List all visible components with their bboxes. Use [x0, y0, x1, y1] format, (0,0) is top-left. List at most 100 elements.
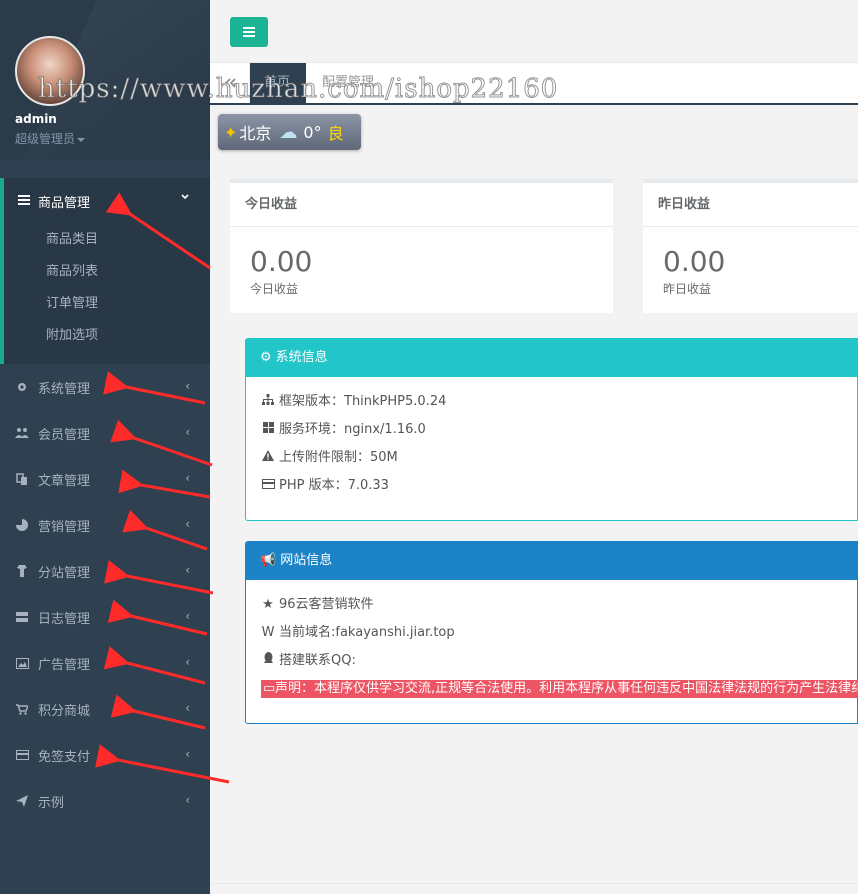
cogs-icon: ⚙	[260, 350, 272, 365]
qq-icon	[261, 647, 275, 675]
sidebar-item-members[interactable]: 会员管理 ‹	[0, 410, 210, 456]
today-income-panel: 今日收益 0.00 今日收益	[230, 179, 613, 313]
bars-icon	[18, 194, 30, 209]
current-domain: 当前域名:fakayanshi.jiar.top	[279, 625, 455, 640]
paper-plane-icon	[15, 794, 29, 808]
chevron-left-icon: ‹	[185, 517, 190, 531]
sidebar-item-label: 商品管理	[38, 195, 91, 211]
info-row: 服务环境：nginx/1.16.0	[246, 416, 857, 444]
box-title: 系统信息	[275, 350, 328, 365]
info-row: W 当前域名:fakayanshi.jiar.top	[246, 619, 857, 647]
sidebar-item-substations[interactable]: 分站管理 ‹	[0, 548, 210, 594]
sidebar-subitem-addons[interactable]: 附加选项	[4, 320, 210, 352]
disclaimer-text: 声明：本程序仅供学习交流,正规等合法使用。利用本程序从事任何违反中国法律法规的行…	[275, 681, 858, 696]
chevron-left-icon: ‹	[185, 471, 190, 485]
sidebar-item-free-pay[interactable]: 免签支付 ‹	[0, 732, 210, 778]
bar-line	[243, 35, 255, 37]
sidebar-item-label: 会员管理	[38, 427, 91, 443]
chevron-left-icon: ‹	[185, 379, 190, 393]
panel-title: 今日收益	[230, 183, 613, 227]
sidebar-item-marketing[interactable]: 营销管理 ‹	[0, 502, 210, 548]
chevron-left-icon: ‹	[185, 701, 190, 715]
info-row: PHP 版本：7.0.33	[246, 472, 857, 500]
info-row: ▭声明：本程序仅供学习交流,正规等合法使用。利用本程序从事任何违反中国法律法规的…	[246, 675, 858, 703]
framework-version: 框架版本：ThinkPHP5.0.24	[279, 394, 447, 409]
tabs-scroll-left-button[interactable]	[210, 63, 250, 103]
shirt-icon	[15, 564, 29, 578]
yesterday-income-value: 0.00	[663, 245, 726, 278]
chevron-left-icon: ‹	[185, 793, 190, 807]
sidebar-item-label: 广告管理	[38, 657, 91, 673]
sidebar-nav: 商品管理 商品类目 商品列表 订单管理 附加选项 系统管理 ‹ 会员管理 ‹ 文…	[0, 178, 210, 824]
tab-home[interactable]: 首页	[250, 63, 306, 103]
sidebar-subitem-orders[interactable]: 订单管理	[4, 288, 210, 320]
chevron-left-icon: ‹	[185, 655, 190, 669]
today-income-value: 0.00	[250, 245, 313, 278]
sidebar-item-label: 积分商城	[38, 703, 91, 719]
sidebar-subitem-category[interactable]: 商品类目	[4, 224, 210, 256]
info-row: 框架版本：ThinkPHP5.0.24	[246, 388, 857, 416]
system-info-box: ⚙ 系统信息 框架版本：ThinkPHP5.0.24 服务环境：nginx/1.1…	[245, 338, 858, 521]
cart-icon	[15, 702, 29, 716]
user-role-label: 超级管理员	[15, 132, 76, 146]
system-info-header: ⚙ 系统信息	[246, 339, 857, 377]
sidebar-item-label: 免签支付	[38, 749, 91, 765]
sidebar: admin 超级管理员 商品管理 商品类目 商品列表 订单管理 附加选项 系统管…	[0, 0, 210, 894]
sidebar-item-label: 文章管理	[38, 473, 91, 489]
panel-title: 昨日收益	[643, 183, 858, 227]
sidebar-item-system[interactable]: 系统管理 ‹	[0, 364, 210, 410]
sidebar-group-goods: 商品管理 商品类目 商品列表 订单管理 附加选项	[0, 178, 210, 364]
cloud-icon: ☁	[279, 121, 298, 143]
sidebar-item-ads[interactable]: 广告管理 ‹	[0, 640, 210, 686]
upload-limit: 上传附件限制：50M	[279, 450, 398, 465]
sidebar-item-examples[interactable]: 示例 ‹	[0, 778, 210, 824]
users-icon	[15, 426, 29, 440]
avatar[interactable]	[15, 36, 85, 106]
sitemap-icon	[261, 388, 275, 416]
sidebar-item-label: 系统管理	[38, 381, 91, 397]
user-role-dropdown[interactable]: 超级管理员	[15, 130, 86, 147]
top-navbar	[210, 0, 858, 63]
bar-line	[243, 27, 255, 29]
box-title: 网站信息	[280, 553, 333, 568]
windows-icon	[261, 416, 275, 444]
weather-widget[interactable]: ✦ 北京 ☁ 0° 良	[218, 114, 361, 150]
server-icon	[15, 610, 29, 624]
wikipedia-icon: W	[261, 625, 275, 640]
sidebar-subitem-goods-list[interactable]: 商品列表	[4, 256, 210, 288]
chevron-left-icon: ‹	[185, 747, 190, 761]
weather-temp: 0°	[303, 122, 322, 142]
credit-card-icon	[15, 748, 29, 762]
chevron-left-icon: ‹	[185, 563, 190, 577]
warning-icon	[261, 444, 275, 472]
sun-icon: ✦	[224, 122, 238, 142]
sidebar-item-goods[interactable]: 商品管理	[4, 178, 210, 224]
today-income-label: 今日收益	[250, 282, 299, 296]
chevron-left-icon: ‹	[185, 609, 190, 623]
copy-icon	[15, 472, 29, 486]
sidebar-item-label: 示例	[38, 795, 65, 811]
sidebar-item-label: 营销管理	[38, 519, 91, 535]
image-icon	[15, 656, 29, 670]
info-row: 上传附件限制：50M	[246, 444, 857, 472]
yesterday-income-panel: 昨日收益 0.00 昨日收益	[643, 179, 858, 313]
tab-config[interactable]: 配置管理	[308, 63, 388, 103]
footer-divider	[210, 883, 858, 884]
bar-line	[243, 31, 255, 33]
site-info-box: 📢 网站信息 ★ 96云客营销软件 W 当前域名:fakayanshi.jiar.to…	[245, 541, 858, 724]
sidebar-toggle-button[interactable]	[230, 17, 268, 47]
credit-card-icon	[261, 472, 275, 500]
sidebar-item-logs[interactable]: 日志管理 ‹	[0, 594, 210, 640]
info-row: 搭建联系QQ:	[246, 647, 857, 675]
php-version: PHP 版本：7.0.33	[279, 478, 389, 493]
sidebar-item-articles[interactable]: 文章管理 ‹	[0, 456, 210, 502]
user-name: admin	[15, 112, 57, 126]
info-row: ★ 96云客营销软件	[246, 591, 857, 619]
sidebar-item-points-mall[interactable]: 积分商城 ‹	[0, 686, 210, 732]
pie-chart-icon	[15, 518, 29, 532]
profile-panel: admin 超级管理员	[0, 0, 210, 160]
contact-qq: 搭建联系QQ:	[279, 653, 356, 668]
chevron-down-icon	[180, 192, 190, 205]
star-icon: ★	[262, 597, 274, 612]
caret-down-icon	[77, 137, 86, 142]
